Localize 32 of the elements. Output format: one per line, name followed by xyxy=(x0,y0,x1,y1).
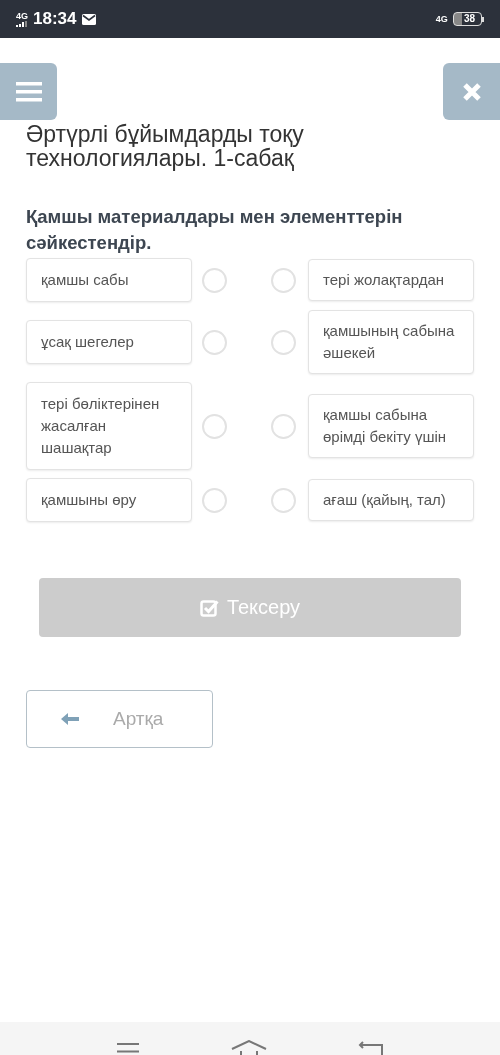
match-radio[interactable] xyxy=(202,413,227,439)
match-radio[interactable] xyxy=(202,487,227,513)
match-radio[interactable] xyxy=(271,487,296,513)
menu-icon[interactable] xyxy=(115,1041,140,1055)
close-button[interactable] xyxy=(443,63,500,120)
answer-option[interactable]: қамшыны өру xyxy=(26,478,192,522)
back-icon[interactable] xyxy=(358,1041,385,1055)
clock: 18:34 xyxy=(33,9,77,29)
network-type: 4G xyxy=(16,11,28,21)
match-radio[interactable] xyxy=(271,413,296,439)
network-type: 4G xyxy=(435,14,448,24)
answer-option[interactable]: ағаш (қайың, тал) xyxy=(308,479,474,521)
close-icon xyxy=(461,81,482,102)
answer-option[interactable]: қамшы сабына өрімді бекіту үшін xyxy=(308,394,474,458)
arrow-left-icon xyxy=(60,712,80,726)
lesson-title: Әртүрлі бұйымдарды тоқу технологиялары. 1-сабақ xyxy=(25,120,305,170)
menu-button[interactable] xyxy=(0,63,57,120)
match-radio[interactable] xyxy=(271,267,296,293)
answer-option[interactable]: тері жолақтардан xyxy=(308,259,474,301)
checkbox-icon xyxy=(199,598,219,617)
mail-icon xyxy=(81,13,96,25)
battery-icon: 38 xyxy=(452,12,484,26)
answer-option[interactable]: ұсақ шегелер xyxy=(26,320,192,364)
answer-option[interactable]: қамшының сабына әшекей xyxy=(308,310,474,374)
answer-option[interactable]: тері бөліктерінен жасалған шашақтар xyxy=(26,382,192,470)
match-radio[interactable] xyxy=(202,329,227,355)
signal-icon xyxy=(16,20,28,27)
answer-option[interactable]: қамшы сабы xyxy=(26,258,192,302)
match-radio[interactable] xyxy=(271,329,296,355)
question-text: Қамшы материалдары мен элементтерін сәйкестендір. xyxy=(25,205,404,255)
menu-icon xyxy=(15,81,42,102)
match-radio[interactable] xyxy=(202,267,227,293)
